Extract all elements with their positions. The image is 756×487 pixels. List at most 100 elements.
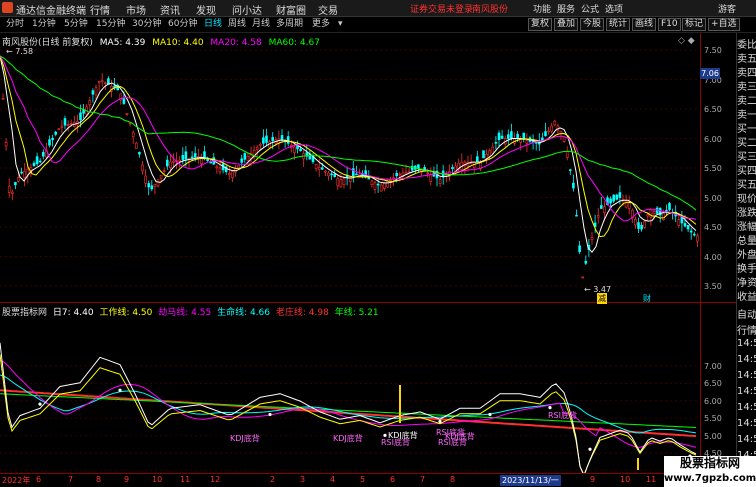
- period-toolbar: 分时 1分钟 5分钟 15分钟 30分钟 60分钟 日线 周线 月线 多周期 更…: [0, 17, 756, 33]
- candle-body: [544, 131, 547, 137]
- sidebar-time-item: 14:5: [737, 354, 756, 365]
- candle-body: [51, 137, 54, 141]
- stock-link[interactable]: 南风股份: [472, 2, 508, 15]
- menu-item-discover[interactable]: 发现: [196, 2, 216, 17]
- candle-body: [510, 131, 513, 139]
- candle-body: [128, 122, 132, 125]
- candle-body: [386, 181, 389, 188]
- indicator-axis-label: 5.00: [704, 431, 722, 441]
- price-axis-label: 6.50: [704, 105, 722, 114]
- menu-item-news[interactable]: 资讯: [160, 2, 180, 17]
- candle-body: [584, 260, 588, 264]
- candle-body: [525, 140, 529, 144]
- menu-options[interactable]: 选项: [605, 2, 623, 15]
- candle-body: [240, 158, 243, 163]
- stats-button[interactable]: 统计: [606, 18, 631, 31]
- chevron-down-icon[interactable]: ▾: [336, 18, 345, 31]
- candle-body: [91, 90, 95, 95]
- menu-function[interactable]: 功能: [533, 2, 551, 15]
- candle-body: [4, 141, 8, 147]
- date-axis: 2022年 6 7 8 9 10 11 12 2023/11/13/一 2 3 …: [0, 473, 736, 487]
- candle-body: [66, 124, 70, 126]
- date-label: 7: [68, 475, 74, 484]
- indicator-name: 股票指标网: [2, 308, 48, 318]
- candle-body: [438, 179, 442, 185]
- tab-daily[interactable]: 日线: [202, 18, 224, 31]
- event-tag-reduce[interactable]: 减: [597, 293, 607, 304]
- candle-body: [141, 164, 144, 172]
- candle-body: [634, 219, 637, 226]
- mark-button[interactable]: 标记: [682, 18, 707, 31]
- candle-body: [596, 215, 600, 218]
- candle-body: [320, 167, 324, 170]
- tab-multi-period[interactable]: 多周期: [274, 18, 305, 31]
- candle-body: [20, 171, 23, 174]
- candle-body: [131, 132, 135, 138]
- tab-30min[interactable]: 30分钟: [130, 18, 163, 31]
- today-button[interactable]: 今股: [580, 18, 605, 31]
- candle-body: [379, 184, 383, 192]
- add-watchlist-button[interactable]: +自选: [708, 18, 740, 31]
- candle-body: [475, 156, 479, 163]
- tab-more[interactable]: 更多: [310, 18, 332, 31]
- candle-body: [333, 173, 337, 177]
- tab-monthly[interactable]: 月线: [250, 18, 272, 31]
- candle-body: [342, 178, 346, 185]
- sidebar-item: 委比: [737, 40, 756, 51]
- overlay-button[interactable]: 叠加: [554, 18, 579, 31]
- date-label: 4: [330, 475, 336, 484]
- sidebar-time-item: 14:5: [737, 418, 756, 429]
- f10-button[interactable]: F10: [658, 18, 681, 31]
- menu-item-wealth[interactable]: 财富圈: [276, 2, 306, 17]
- candle-body: [156, 179, 160, 187]
- menu-item-market[interactable]: 行情: [90, 2, 110, 17]
- menu-guest[interactable]: 游客: [718, 2, 736, 15]
- candle-body: [172, 161, 175, 163]
- tab-1min[interactable]: 1分钟: [30, 18, 58, 31]
- sidebar-item: 卖三: [737, 82, 756, 93]
- watermark-title: 股票指标网: [679, 456, 740, 470]
- candle-body: [696, 235, 699, 242]
- candle-body: [336, 178, 340, 187]
- sidebar-item: 涨幅: [737, 222, 756, 233]
- candle-body: [184, 151, 188, 160]
- tab-intraday[interactable]: 分时: [4, 18, 26, 31]
- candle-body: [97, 81, 101, 83]
- date-label: 6: [36, 475, 42, 484]
- sidebar-item: 买二: [737, 138, 756, 149]
- login-alert[interactable]: 证券交易未登录: [410, 2, 473, 15]
- price-axis-label: 3.50: [704, 282, 722, 291]
- candle-body: [88, 100, 92, 106]
- signal-label: RSI底背: [548, 411, 577, 420]
- menu-item-ask[interactable]: 问小达: [232, 2, 262, 17]
- candle-body: [63, 118, 67, 126]
- draw-button[interactable]: 画线: [632, 18, 657, 31]
- tab-60min[interactable]: 60分钟: [166, 18, 199, 31]
- candle-body: [677, 219, 681, 226]
- chart-area[interactable]: [0, 33, 736, 473]
- signal-dot: [588, 447, 592, 451]
- candle-body: [231, 171, 234, 178]
- menu-item-trade[interactable]: 交易: [318, 2, 338, 17]
- candle-body: [451, 167, 454, 170]
- date-label: 8: [96, 475, 102, 484]
- sidebar-item: 卖一: [737, 110, 756, 121]
- candle-body: [144, 175, 147, 184]
- tab-weekly[interactable]: 周线: [226, 18, 248, 31]
- candle-body: [79, 112, 82, 121]
- menu-service[interactable]: 服务: [557, 2, 575, 15]
- tab-15min[interactable]: 15分钟: [94, 18, 127, 31]
- event-tag-finance[interactable]: 财: [643, 293, 651, 304]
- menu-item-exchange[interactable]: 市场: [126, 2, 146, 17]
- candle-body: [237, 165, 240, 169]
- candle-body: [488, 150, 492, 157]
- candle-body: [271, 137, 275, 141]
- tab-5min[interactable]: 5分钟: [62, 18, 90, 31]
- indicator-axis-label: 5.50: [704, 414, 722, 424]
- date-label: 9: [124, 475, 130, 484]
- adjust-button[interactable]: 复权: [528, 18, 553, 31]
- candle-body: [193, 153, 197, 158]
- indicator-axis-label: 6.00: [704, 396, 722, 406]
- candle-body: [32, 162, 36, 166]
- menu-formula[interactable]: 公式: [581, 2, 599, 15]
